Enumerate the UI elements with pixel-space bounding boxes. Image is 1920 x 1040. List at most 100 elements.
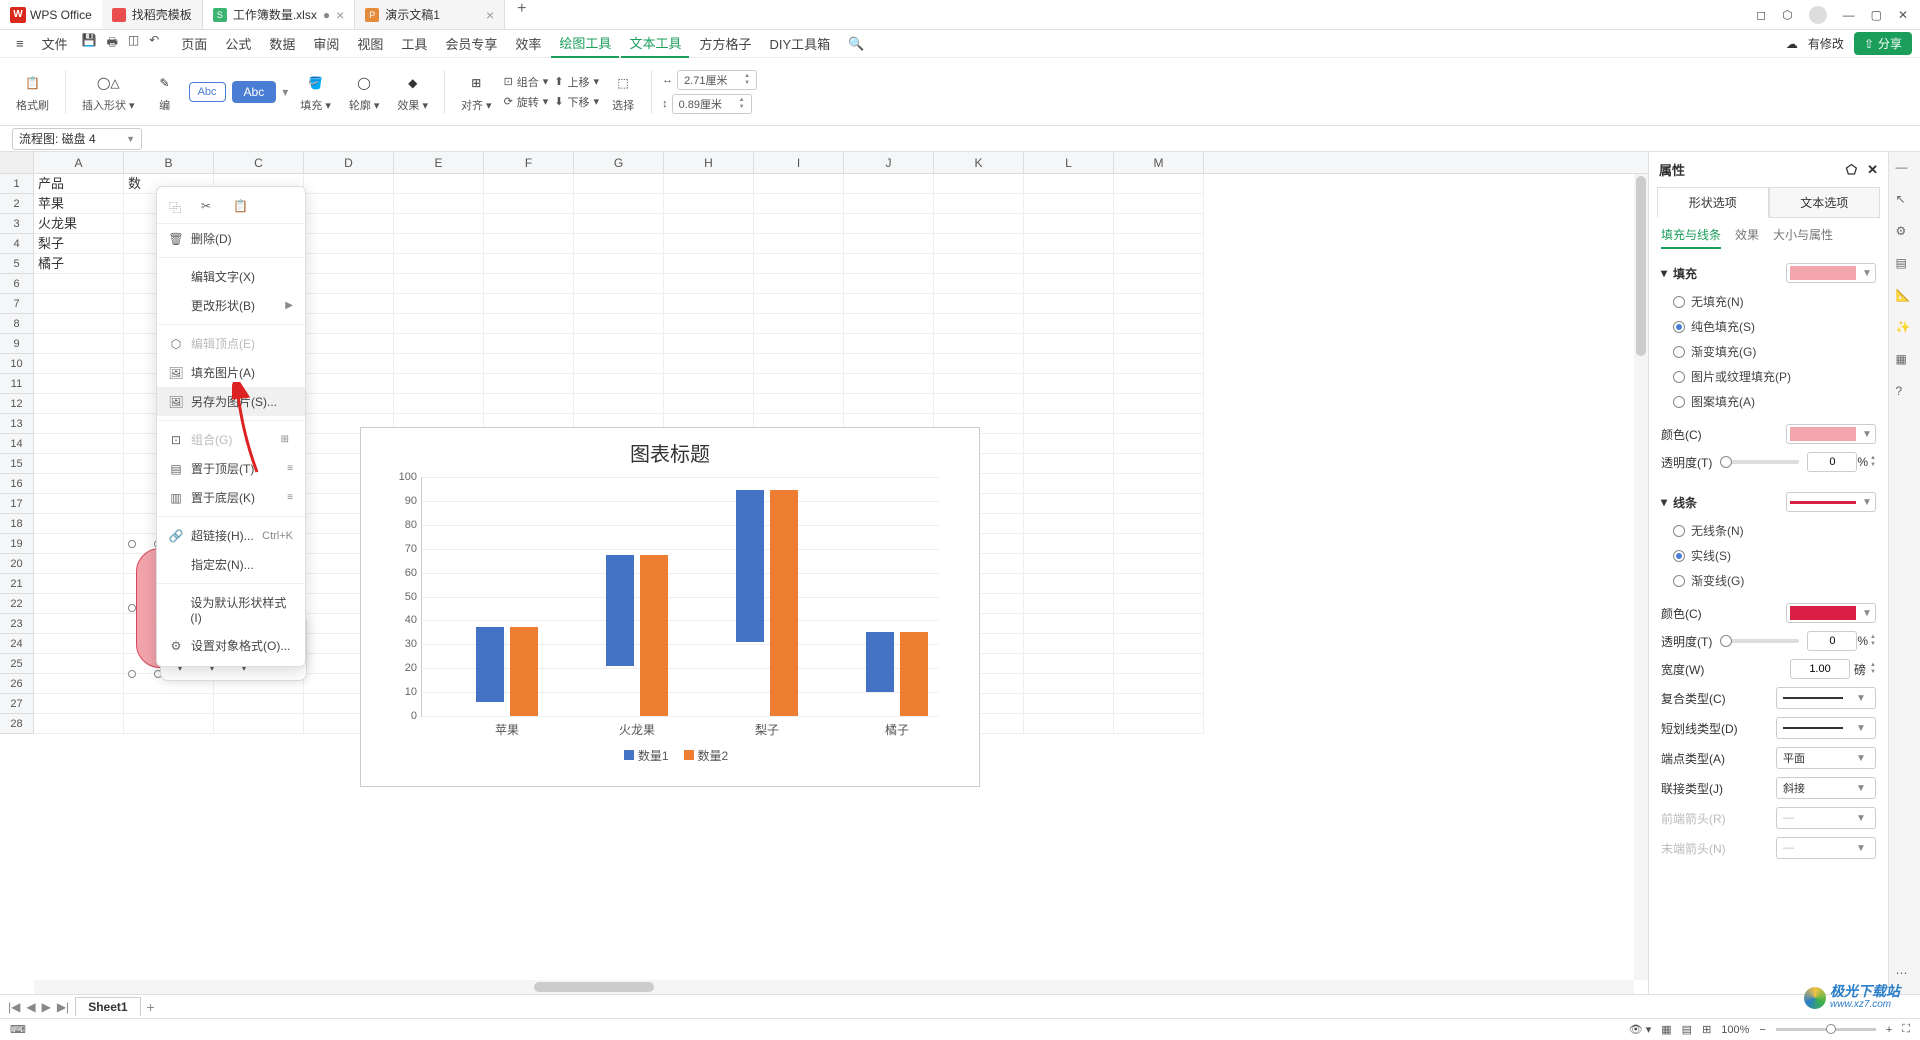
cell[interactable]: [1114, 654, 1204, 674]
menu-drawing-tools[interactable]: 绘图工具: [551, 29, 619, 58]
cell[interactable]: [754, 174, 844, 194]
cell[interactable]: [34, 714, 124, 734]
cell[interactable]: [844, 314, 934, 334]
fill-color-swatch[interactable]: ▼: [1786, 263, 1876, 283]
tab-workbook[interactable]: S 工作簿数量.xlsx ● ×: [203, 0, 355, 29]
cell[interactable]: [484, 314, 574, 334]
cell[interactable]: [34, 634, 124, 654]
line-transparency-slider[interactable]: [1720, 639, 1799, 643]
cell[interactable]: [754, 394, 844, 414]
cell[interactable]: [844, 334, 934, 354]
cell[interactable]: [304, 334, 394, 354]
fill-solid-radio[interactable]: 纯色填充(S): [1673, 318, 1876, 335]
row-header[interactable]: 8: [0, 314, 34, 334]
cell[interactable]: [214, 714, 304, 734]
effects-button[interactable]: ◆ 效果 ▾: [391, 71, 434, 113]
height-input[interactable]: 0.89厘米▲▼: [672, 94, 752, 114]
view-eye-icon[interactable]: 👁 ▾: [1629, 1023, 1652, 1036]
cell[interactable]: [1114, 274, 1204, 294]
help-icon[interactable]: ?: [1896, 384, 1914, 402]
row-header[interactable]: 26: [0, 674, 34, 694]
cell[interactable]: [934, 294, 1024, 314]
select-button[interactable]: ⬚ 选择: [605, 71, 641, 113]
cell[interactable]: [484, 234, 574, 254]
row-header[interactable]: 14: [0, 434, 34, 454]
cell[interactable]: [484, 294, 574, 314]
fill-pattern-radio[interactable]: 图案填充(A): [1673, 393, 1876, 410]
sheet-nav-last[interactable]: ▶|: [57, 1000, 69, 1014]
cell[interactable]: [1114, 554, 1204, 574]
row-header[interactable]: 20: [0, 554, 34, 574]
cell[interactable]: [934, 194, 1024, 214]
cell[interactable]: [1024, 394, 1114, 414]
cell[interactable]: [754, 294, 844, 314]
cell[interactable]: [754, 214, 844, 234]
zoom-level[interactable]: 100%: [1721, 1024, 1749, 1036]
cell[interactable]: [1114, 614, 1204, 634]
cell[interactable]: [934, 334, 1024, 354]
cell[interactable]: [1114, 634, 1204, 654]
cell[interactable]: [484, 394, 574, 414]
col-header[interactable]: F: [484, 152, 574, 173]
ctx-set-default[interactable]: 设为默认形状样式(I): [157, 588, 305, 631]
cell[interactable]: [844, 274, 934, 294]
row-header[interactable]: 17: [0, 494, 34, 514]
cell[interactable]: [1114, 534, 1204, 554]
align-button[interactable]: ⊞ 对齐 ▾: [455, 71, 498, 113]
cap-type-select[interactable]: 平面▼: [1776, 747, 1876, 769]
cell[interactable]: [574, 394, 664, 414]
cell[interactable]: [844, 234, 934, 254]
cell[interactable]: [844, 174, 934, 194]
line-transparency-input[interactable]: [1807, 631, 1857, 651]
cell[interactable]: 火龙果: [34, 214, 124, 234]
cell[interactable]: [1024, 474, 1114, 494]
cell[interactable]: [1024, 234, 1114, 254]
fill-transparency-input[interactable]: [1807, 452, 1857, 472]
cell[interactable]: [1114, 194, 1204, 214]
col-header[interactable]: D: [304, 152, 394, 173]
cell[interactable]: [1024, 414, 1114, 434]
cell[interactable]: [484, 274, 574, 294]
cell[interactable]: [34, 354, 124, 374]
cell[interactable]: [844, 254, 934, 274]
cell[interactable]: [1024, 354, 1114, 374]
fill-none-radio[interactable]: 无填充(N): [1673, 293, 1876, 310]
cell[interactable]: [1024, 194, 1114, 214]
cell[interactable]: [484, 334, 574, 354]
cell[interactable]: [844, 214, 934, 234]
tab-templates[interactable]: 找稻壳模板: [102, 0, 203, 29]
cell[interactable]: [304, 394, 394, 414]
cell[interactable]: [1024, 334, 1114, 354]
move-down-button[interactable]: ⬇ 下移 ▾: [554, 94, 599, 110]
cell[interactable]: [934, 394, 1024, 414]
cell[interactable]: [1024, 274, 1114, 294]
view-break-icon[interactable]: ⊞: [1702, 1023, 1711, 1036]
cell[interactable]: [664, 354, 754, 374]
cell[interactable]: [34, 414, 124, 434]
row-header[interactable]: 9: [0, 334, 34, 354]
menu-tools[interactable]: 工具: [393, 30, 435, 57]
line-width-input[interactable]: [1790, 659, 1850, 679]
cell[interactable]: [664, 274, 754, 294]
cell[interactable]: [844, 294, 934, 314]
add-tab-button[interactable]: +: [505, 0, 538, 29]
col-header[interactable]: A: [34, 152, 124, 173]
cell[interactable]: [1024, 714, 1114, 734]
cell[interactable]: [394, 234, 484, 254]
cell[interactable]: [304, 174, 394, 194]
cell[interactable]: [34, 514, 124, 534]
select-all-corner[interactable]: [0, 152, 34, 173]
cell[interactable]: [754, 234, 844, 254]
row-header[interactable]: 11: [0, 374, 34, 394]
ctx-delete[interactable]: 🗑删除(D): [157, 224, 305, 253]
cell[interactable]: [574, 194, 664, 214]
subtab-size[interactable]: 大小与属性: [1773, 226, 1833, 249]
cell[interactable]: [394, 254, 484, 274]
cell[interactable]: [574, 294, 664, 314]
cell[interactable]: [844, 374, 934, 394]
menu-vip[interactable]: 会员专享: [437, 30, 505, 57]
more-icon[interactable]: ⋯: [1896, 966, 1914, 984]
cell[interactable]: [1024, 614, 1114, 634]
cell[interactable]: [484, 214, 574, 234]
minimize-icon[interactable]: —: [1843, 8, 1855, 22]
